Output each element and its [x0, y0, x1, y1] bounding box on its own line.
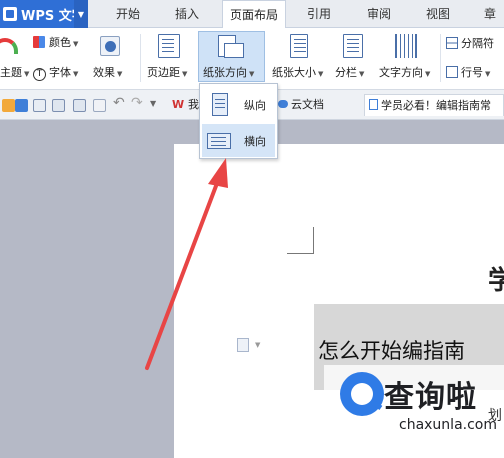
separator-label: 分隔符: [461, 37, 494, 50]
tab-chapter[interactable]: 章: [470, 0, 504, 28]
export-icon[interactable]: [33, 99, 46, 112]
ribbon-divider: [140, 34, 141, 82]
margin-button[interactable]: 页边距 ▼: [147, 64, 187, 80]
save-icon[interactable]: [15, 99, 28, 112]
tab-view[interactable]: 视图: [411, 0, 465, 28]
undo-icon[interactable]: ↶: [113, 95, 125, 111]
paper-size-label: 纸张大小: [272, 66, 316, 79]
chevron-down-icon: ▼: [359, 70, 365, 78]
columns-button[interactable]: 分栏 ▼: [335, 64, 364, 80]
chevron-down-icon[interactable]: ▼: [255, 341, 260, 349]
side-char: 划: [488, 408, 502, 424]
paper-size-button[interactable]: 纸张大小 ▼: [272, 64, 323, 80]
wps-logo-icon: [3, 7, 17, 21]
tab-references[interactable]: 引用: [292, 0, 346, 28]
document-icon: [369, 99, 378, 110]
tab-insert[interactable]: 插入: [160, 0, 214, 28]
ribbon: 主题 ▼ 颜色 ▼ T 字体 ▼ 效果 ▼ 页边距 ▼ 纸张方向 ▼ 纸张大小 ▼ 分栏 ▼ 文字…: [0, 28, 504, 90]
landscape-page-icon: [206, 128, 234, 154]
orientation-portrait-item[interactable]: 纵向: [202, 88, 275, 121]
font-t-icon: T: [33, 68, 46, 81]
orientation-portrait-label: 纵向: [244, 98, 266, 112]
doc-tab-home[interactable]: W 我: [168, 94, 200, 116]
wps-w-icon: W: [172, 98, 185, 111]
doc-tab-cloud[interactable]: 云文档: [274, 94, 340, 116]
effect-label: 效果: [93, 66, 115, 79]
line-number-label: 行号: [461, 66, 483, 79]
chevron-down-icon: ▼: [73, 40, 79, 48]
font-button[interactable]: T 字体 ▼: [33, 64, 78, 81]
theme-icon: [0, 38, 18, 54]
doc-tab-guide[interactable]: 学员必看！编辑指南常: [364, 94, 504, 116]
orientation-label-wrap: 纸张方向 ▼: [203, 64, 254, 80]
chevron-down-icon: ▼: [24, 70, 30, 78]
text-direction-label: 文字方向: [379, 66, 423, 79]
line-number-button[interactable]: 行号 ▼: [446, 64, 490, 80]
theme-button[interactable]: 主题 ▼: [0, 64, 29, 80]
columns-icon: [343, 34, 363, 58]
orientation-landscape-item[interactable]: 横向: [202, 124, 275, 157]
orientation-landscape-label: 横向: [244, 134, 266, 148]
paper-size-icon: [290, 34, 308, 58]
watermark-text: 查询啦: [384, 380, 477, 415]
palette-icon: [33, 36, 45, 48]
doc-tab-label: 学员必看！编辑指南常: [381, 99, 491, 112]
chevron-down-icon[interactable]: ▼: [74, 0, 88, 28]
folder-icon[interactable]: [2, 99, 15, 112]
chevron-down-icon: ▼: [73, 70, 79, 78]
separator-icon: [446, 37, 458, 49]
preview-icon[interactable]: [73, 99, 86, 112]
tab-page-layout[interactable]: 页面布局: [222, 0, 286, 29]
orientation-label: 纸张方向: [203, 66, 247, 79]
chevron-down-icon: ▼: [182, 70, 188, 78]
chevron-down-icon: ▼: [425, 70, 431, 78]
format-painter-icon[interactable]: [93, 99, 106, 112]
text-direction-icon: [395, 34, 417, 58]
chevron-down-icon: ▼: [318, 70, 324, 78]
margin-label: 页边距: [147, 66, 180, 79]
wps-app-button[interactable]: WPS 文字 ▼: [0, 0, 88, 28]
paste-options-icon[interactable]: [237, 338, 249, 352]
effect-icon: [100, 36, 120, 56]
redo-icon[interactable]: ↷: [131, 95, 143, 111]
document-heading[interactable]: 怎么开始编指南: [318, 335, 465, 365]
chevron-down-icon: ▼: [117, 70, 123, 78]
portrait-page-icon: [206, 92, 234, 118]
margin-icon: [158, 34, 180, 58]
font-label: 字体: [49, 66, 71, 79]
cloud-icon: [278, 100, 288, 108]
text-direction-button[interactable]: 文字方向 ▼: [379, 64, 430, 80]
chevron-down-icon: ▼: [249, 70, 255, 78]
customize-dropdown-icon[interactable]: ▼: [150, 99, 156, 108]
doc-tab-label: 云文档: [291, 98, 324, 111]
chevron-down-icon: ▼: [485, 70, 491, 78]
ribbon-divider: [440, 34, 441, 82]
theme-label: 主题: [0, 66, 22, 79]
line-number-icon: [446, 66, 458, 78]
tab-home[interactable]: 开始: [101, 0, 155, 28]
document-title: 学: [488, 266, 504, 296]
orientation-icon-landscape: [224, 43, 244, 58]
menubar: WPS 文字 ▼ 开始 插入 页面布局 引用 审阅 视图 章: [0, 0, 504, 29]
orientation-dropdown: 纵向 横向: [199, 83, 278, 159]
watermark-url: chaxunla.com: [399, 417, 497, 433]
print-icon[interactable]: [52, 99, 65, 112]
separator-button[interactable]: 分隔符: [446, 35, 494, 51]
effect-button[interactable]: 效果 ▼: [93, 64, 122, 80]
color-button[interactable]: 颜色 ▼: [33, 34, 78, 50]
doc-tab-label: 我: [187, 98, 199, 111]
color-label: 颜色: [49, 36, 71, 49]
tab-review[interactable]: 审阅: [352, 0, 406, 28]
margin-corner-mark: [287, 227, 314, 254]
columns-label: 分栏: [335, 66, 357, 79]
